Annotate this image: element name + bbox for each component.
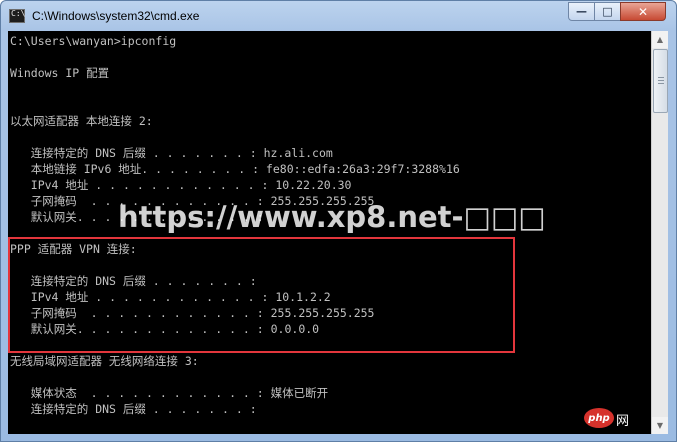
maximize-icon: □	[602, 5, 613, 18]
php-logo-text: php	[588, 412, 610, 424]
scrollbar-thumb[interactable]	[653, 49, 668, 113]
php-logo: php	[584, 408, 614, 428]
thumb-grip-line	[658, 77, 664, 78]
console-line: 以太网适配器 本地连接 2:	[10, 114, 153, 128]
close-button[interactable]: ✕	[620, 2, 666, 21]
scroll-down-arrow-icon[interactable]: ▼	[652, 417, 668, 434]
window-title: C:\Windows\system32\cmd.exe	[32, 9, 200, 23]
minimize-button[interactable]: —	[568, 2, 595, 21]
vertical-scrollbar[interactable]: ▲ ▼	[651, 31, 668, 434]
vpn-highlight-box	[8, 237, 515, 353]
watermark-text: https://www.xp8.net-□□□	[118, 200, 546, 234]
console-line: 无线局域网适配器 无线网络连接 3:	[10, 354, 199, 368]
close-icon: ✕	[637, 4, 649, 19]
scroll-up-arrow-icon[interactable]: ▲	[652, 31, 668, 48]
thumb-grip-line	[658, 80, 664, 81]
console-line: 本地链接 IPv6 地址. . . . . . . . : fe80::edfa…	[10, 162, 460, 176]
title-bar[interactable]: C:\ C:\Windows\system32\cmd.exe — □ ✕	[1, 1, 676, 33]
console-line: Windows IP 配置	[10, 66, 110, 80]
console-line: 连接特定的 DNS 后缀 . . . . . . . : hz.ali.com	[10, 146, 333, 160]
minimize-icon: —	[576, 5, 587, 18]
php-logo-suffix: 网	[616, 414, 630, 429]
thumb-grip-line	[658, 83, 664, 84]
maximize-button[interactable]: □	[594, 2, 621, 21]
cmd-icon[interactable]: C:\	[9, 9, 25, 23]
console-line: C:\Users\wanyan>ipconfig	[10, 34, 177, 48]
console-line: 连接特定的 DNS 后缀 . . . . . . . :	[10, 402, 257, 416]
cmd-icon-glyph: C:\	[11, 9, 26, 18]
console-line: IPv4 地址 . . . . . . . . . . . . : 10.22.…	[10, 178, 352, 192]
console-line: 媒体状态 . . . . . . . . . . . . : 媒体已断开	[10, 386, 329, 400]
